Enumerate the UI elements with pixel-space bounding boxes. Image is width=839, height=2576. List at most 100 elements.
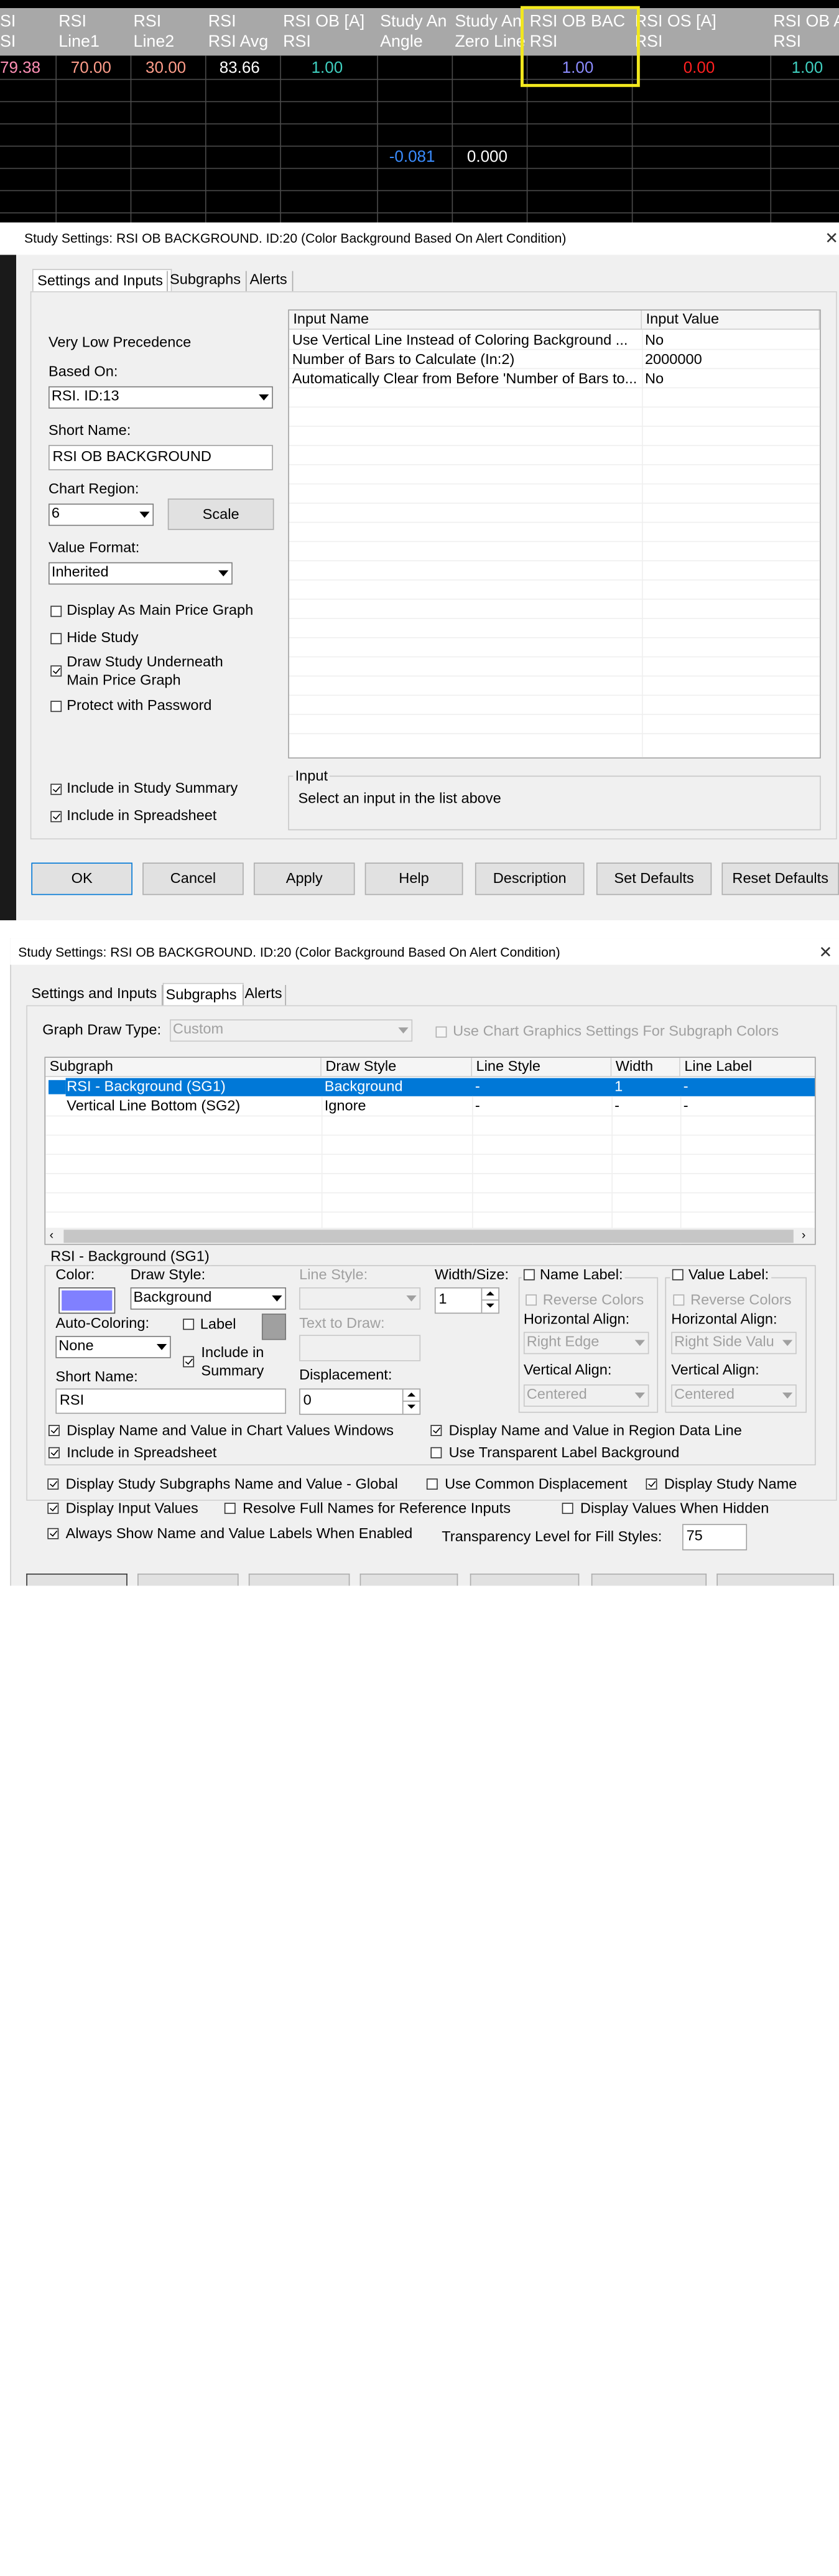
description-button[interactable]: Description xyxy=(475,862,585,895)
scrollbar-thumb[interactable] xyxy=(63,1230,794,1243)
cell-angle[interactable]: -0.081 xyxy=(389,149,435,166)
column-header-width[interactable]: Width xyxy=(611,1058,680,1077)
line-style-select[interactable] xyxy=(299,1287,421,1310)
ok-button[interactable]: OK xyxy=(31,862,132,895)
transparent-label-checkbox[interactable] xyxy=(430,1447,442,1458)
value-reverse-colors-checkbox[interactable] xyxy=(673,1294,685,1306)
width-spinner[interactable] xyxy=(481,1288,499,1313)
header-cell[interactable]: RSI RSI Avg xyxy=(206,8,281,55)
graph-draw-type-select[interactable]: Custom xyxy=(170,1019,413,1042)
display-chart-values-checkbox[interactable] xyxy=(49,1425,60,1436)
cell-rsi-ob[interactable]: 1.00 xyxy=(312,60,343,77)
value-label-checkbox[interactable] xyxy=(672,1269,684,1281)
use-chart-graphics-checkbox[interactable] xyxy=(435,1026,447,1038)
tab-subgraphs[interactable]: Subgraphs xyxy=(162,982,244,1007)
display-study-name-checkbox[interactable] xyxy=(646,1478,657,1490)
set-defaults-button-partial[interactable] xyxy=(591,1573,707,1586)
header-cell[interactable]: RSI OB A RSI xyxy=(771,8,839,55)
cell-line2[interactable]: 30.00 xyxy=(146,60,186,77)
name-horizontal-align-select[interactable]: Right Edge xyxy=(523,1332,649,1355)
displacement-spinner[interactable] xyxy=(402,1389,420,1414)
display-input-values-checkbox[interactable] xyxy=(47,1503,59,1514)
scroll-left-icon[interactable]: ‹ xyxy=(50,1228,54,1242)
subgraph-line-style-cell[interactable]: - xyxy=(472,1097,611,1115)
based-on-select[interactable]: RSI. ID:13 xyxy=(49,386,273,409)
column-header-draw-style[interactable]: Draw Style xyxy=(321,1058,473,1077)
horizontal-scrollbar[interactable]: ‹ › xyxy=(45,1228,815,1244)
text-to-draw-input[interactable] xyxy=(299,1335,421,1361)
label-checkbox[interactable] xyxy=(183,1318,195,1330)
input-name-cell[interactable]: Automatically Clear from Before 'Number … xyxy=(289,370,642,388)
short-name-input[interactable]: RSI OB BACKGROUND xyxy=(49,445,273,470)
ok-button-partial[interactable] xyxy=(26,1573,127,1586)
set-defaults-button[interactable]: Set Defaults xyxy=(596,862,712,895)
description-button-partial[interactable] xyxy=(470,1573,580,1586)
input-value-cell[interactable]: No xyxy=(642,332,820,350)
column-header-line-style[interactable]: Line Style xyxy=(472,1058,612,1077)
input-name-cell[interactable]: Number of Bars to Calculate (In:2) xyxy=(289,351,642,369)
display-when-hidden-checkbox[interactable] xyxy=(562,1503,573,1514)
cell-line1[interactable]: 70.00 xyxy=(71,60,111,77)
include-summary-checkbox[interactable] xyxy=(183,1356,195,1368)
column-header-subgraph[interactable]: Subgraph xyxy=(45,1058,322,1077)
subgraph-draw-style-cell[interactable]: Ignore xyxy=(322,1097,472,1115)
header-cell[interactable]: RSI Line1 xyxy=(57,8,131,55)
header-cell[interactable]: Study An Angle xyxy=(378,8,453,55)
scale-button[interactable]: Scale xyxy=(167,498,274,530)
resolve-full-names-checkbox[interactable] xyxy=(224,1503,236,1514)
header-cell[interactable]: RSI OS [A] RSI xyxy=(633,8,772,55)
help-button-partial[interactable] xyxy=(359,1573,458,1586)
value-format-select[interactable]: Inherited xyxy=(49,562,233,585)
column-header-input-name[interactable]: Input Name xyxy=(289,310,642,330)
value-horizontal-align-select[interactable]: Right Side Valu xyxy=(671,1332,797,1355)
reset-defaults-button-partial[interactable] xyxy=(716,1573,834,1586)
display-global-checkbox[interactable] xyxy=(47,1478,59,1490)
subgraph-width-cell[interactable]: - xyxy=(611,1097,680,1115)
cancel-button[interactable]: Cancel xyxy=(142,862,244,895)
draw-underneath-checkbox[interactable] xyxy=(50,665,62,677)
hide-study-checkbox[interactable] xyxy=(50,633,62,645)
close-icon[interactable]: ✕ xyxy=(818,943,832,963)
reset-defaults-button[interactable]: Reset Defaults xyxy=(721,862,839,895)
header-cell[interactable]: RSI Line2 xyxy=(131,8,206,55)
cell-rsi-avg[interactable]: 83.66 xyxy=(220,60,260,77)
apply-button-partial[interactable] xyxy=(248,1573,350,1586)
include-spreadsheet-checkbox[interactable] xyxy=(50,811,62,823)
width-size-input[interactable]: 1 xyxy=(434,1287,499,1314)
close-icon[interactable]: ✕ xyxy=(825,228,838,249)
subgraph-line-label-cell[interactable]: - xyxy=(680,1078,815,1096)
tab-alerts[interactable]: Alerts xyxy=(244,983,295,1006)
color-swatch-button[interactable] xyxy=(58,1287,116,1314)
apply-button[interactable]: Apply xyxy=(253,862,355,895)
include-summary-checkbox[interactable] xyxy=(50,783,62,795)
cancel-button-partial[interactable] xyxy=(137,1573,239,1586)
cell-zero-line[interactable]: 0.000 xyxy=(467,149,508,166)
transparency-input[interactable]: 75 xyxy=(682,1524,748,1551)
header-cell[interactable]: RSI OB [A] RSI xyxy=(281,8,378,55)
subgraph-line-label-cell[interactable]: - xyxy=(680,1097,815,1115)
header-cell[interactable]: SI SI xyxy=(0,8,57,55)
name-label-checkbox[interactable] xyxy=(523,1269,535,1281)
tab-settings-inputs[interactable]: Settings and Inputs xyxy=(32,269,172,292)
auto-coloring-select[interactable]: None xyxy=(55,1336,171,1358)
display-region-data-checkbox[interactable] xyxy=(430,1425,442,1436)
displacement-input[interactable]: 0 xyxy=(299,1388,421,1415)
label-color-swatch[interactable] xyxy=(261,1314,286,1340)
short-name-input[interactable]: RSI xyxy=(55,1388,286,1414)
cell-rsi-ob-a[interactable]: 1.00 xyxy=(792,60,823,77)
help-button[interactable]: Help xyxy=(364,862,463,895)
chart-region-select[interactable]: 6 xyxy=(49,503,154,526)
input-name-cell[interactable]: Use Vertical Line Instead of Coloring Ba… xyxy=(289,332,642,350)
name-reverse-colors-checkbox[interactable] xyxy=(526,1294,537,1306)
subgraph-name-cell[interactable]: Vertical Line Bottom (SG2) xyxy=(63,1097,321,1115)
always-show-labels-checkbox[interactable] xyxy=(47,1528,59,1539)
subgraph-name-cell[interactable]: RSI - Background (SG1) xyxy=(63,1078,321,1096)
cell-rsi-os[interactable]: 0.00 xyxy=(684,60,715,77)
common-displacement-checkbox[interactable] xyxy=(426,1478,438,1490)
header-cell[interactable]: Study An Zero Line xyxy=(453,8,527,55)
subgraph-width-cell[interactable]: 1 xyxy=(611,1078,680,1096)
tab-subgraphs[interactable]: Subgraphs xyxy=(170,269,247,291)
column-header-line-label[interactable]: Line Label xyxy=(680,1058,815,1077)
scroll-right-icon[interactable]: › xyxy=(802,1228,806,1242)
subgraph-line-style-cell[interactable]: - xyxy=(472,1078,611,1096)
